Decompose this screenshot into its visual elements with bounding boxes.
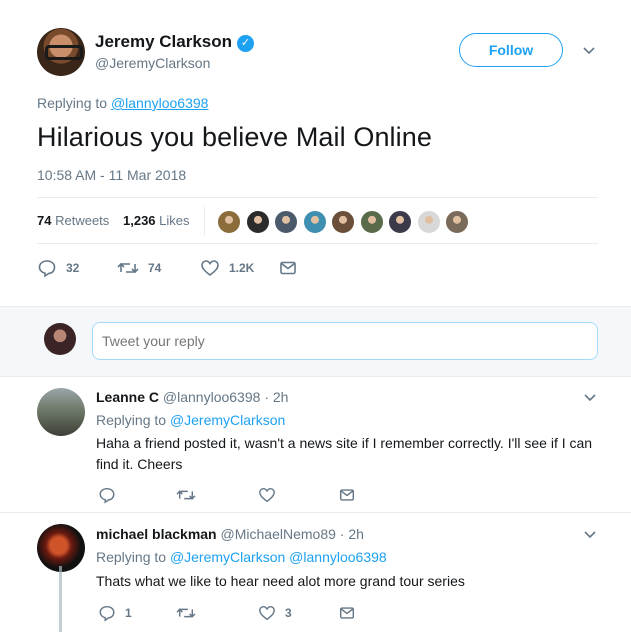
reply-time[interactable]: · 2h (340, 526, 364, 542)
reply-header: Leanne C @lannyloo6398 · 2h (96, 389, 288, 405)
tweet-actions: 32 74 1.2K (37, 258, 337, 278)
heart-icon (259, 605, 275, 621)
liker-avatar[interactable] (416, 210, 441, 234)
reply-tweet[interactable]: Leanne C @lannyloo6398 · 2h Replying to … (0, 377, 631, 513)
likes-label: Likes (159, 213, 190, 228)
heart-icon (201, 260, 219, 277)
reply-author-handle[interactable]: @lannyloo6398 (163, 389, 261, 405)
reply-time[interactable]: · 2h (264, 389, 288, 405)
liker-avatar[interactable] (217, 210, 241, 234)
like-count: 3 (285, 606, 292, 620)
reply-author-name[interactable]: Leanne C (96, 389, 159, 405)
liker-avatar[interactable] (302, 210, 327, 234)
retweet-icon (176, 490, 196, 500)
reply-count: 32 (66, 261, 80, 275)
retweets-label: Retweets (55, 213, 110, 228)
replying-to: Replying to @JeremyClarkson @lannyloo639… (96, 549, 387, 565)
retweet-action[interactable]: 74 (117, 258, 161, 278)
direct-message-action[interactable] (338, 485, 365, 505)
replying-to-link[interactable]: @lannyloo6398 (111, 95, 209, 111)
retweets-count: 74 (37, 213, 52, 228)
likes-stat[interactable]: 1,236 Likes (123, 213, 190, 228)
reply-count: 1 (125, 606, 132, 620)
reply-icon (38, 260, 56, 278)
reply-author-handle[interactable]: @MichaelNemo89 (221, 526, 336, 542)
author-name-text[interactable]: Jeremy Clarkson (95, 32, 232, 51)
liker-avatar[interactable] (388, 210, 412, 234)
current-user-avatar (44, 323, 76, 355)
reply-text: Haha a friend posted it, wasn't a news s… (96, 435, 593, 472)
chevron-down-icon[interactable] (582, 43, 596, 57)
thread-line (59, 566, 62, 632)
author-handle[interactable]: @JeremyClarkson (95, 55, 210, 71)
direct-message-action[interactable] (338, 603, 365, 623)
liker-avatar[interactable] (245, 210, 270, 234)
liker-avatar[interactable] (359, 210, 384, 234)
reply-action[interactable]: 32 (37, 258, 79, 278)
replying-to-link[interactable]: @JeremyClarkson (170, 412, 285, 428)
like-action[interactable]: 3 (258, 603, 292, 623)
replying-to: Replying to @JeremyClarkson (96, 412, 285, 428)
avatar[interactable] (37, 388, 85, 436)
reply-author-name[interactable]: michael blackman (96, 526, 217, 542)
retweet-count: 74 (148, 261, 162, 275)
replying-prefix: Replying to (37, 95, 108, 111)
heart-icon (259, 487, 275, 503)
reply-input[interactable] (92, 322, 598, 360)
chevron-down-icon[interactable] (583, 527, 597, 541)
main-tweet: Jeremy Clarkson ✓ @JeremyClarkson Follow … (0, 0, 631, 306)
tweet-timestamp[interactable]: 10:58 AM - 11 Mar 2018 (37, 167, 186, 183)
liker-avatar[interactable] (445, 210, 469, 234)
envelope-icon (280, 261, 296, 275)
likes-count: 1,236 (123, 213, 156, 228)
like-action[interactable]: 1.2K (200, 258, 254, 278)
envelope-icon (339, 607, 355, 619)
envelope-icon (339, 489, 355, 501)
replying-to-link[interactable]: @JeremyClarkson @lannyloo6398 (170, 549, 387, 565)
tweet-text: Hilarious you believe Mail Online (37, 122, 432, 152)
stats-divider (204, 207, 205, 236)
retweets-stat[interactable]: 74 Retweets (37, 213, 109, 228)
verified-badge-icon: ✓ (237, 35, 255, 52)
reply-text: Thats what we like to hear need alot mor… (96, 573, 465, 589)
reply-header: michael blackman @MichaelNemo89 · 2h (96, 526, 364, 542)
author-name[interactable]: Jeremy Clarkson ✓ (95, 32, 255, 52)
direct-message-action[interactable] (278, 258, 307, 278)
like-action[interactable] (258, 485, 285, 505)
reply-tweet[interactable]: michael blackman @MichaelNemo89 · 2h Rep… (0, 514, 631, 632)
avatar[interactable] (37, 524, 85, 572)
chevron-down-icon[interactable] (583, 390, 597, 404)
retweet-icon (117, 262, 139, 274)
liker-avatar[interactable] (331, 210, 355, 234)
like-count: 1.2K (229, 261, 255, 275)
retweet-action[interactable] (176, 603, 205, 623)
retweet-action[interactable] (176, 485, 205, 505)
avatar[interactable] (37, 28, 85, 76)
reply-actions: 1 3 (98, 603, 398, 623)
tweet-stats: 74 Retweets 1,236 Likes (37, 197, 598, 244)
replying-to: Replying to @lannyloo6398 (37, 95, 208, 111)
follow-button[interactable]: Follow (459, 33, 563, 67)
replying-prefix: Replying to (96, 549, 167, 565)
liker-avatar[interactable] (274, 210, 298, 234)
reply-icon (99, 605, 115, 622)
retweet-icon (176, 608, 196, 618)
reply-actions (98, 485, 398, 505)
replying-prefix: Replying to (96, 412, 167, 428)
reply-composer (0, 306, 631, 377)
reply-action[interactable]: 1 (98, 603, 132, 623)
reply-icon (99, 487, 115, 504)
reply-action[interactable] (98, 485, 125, 505)
